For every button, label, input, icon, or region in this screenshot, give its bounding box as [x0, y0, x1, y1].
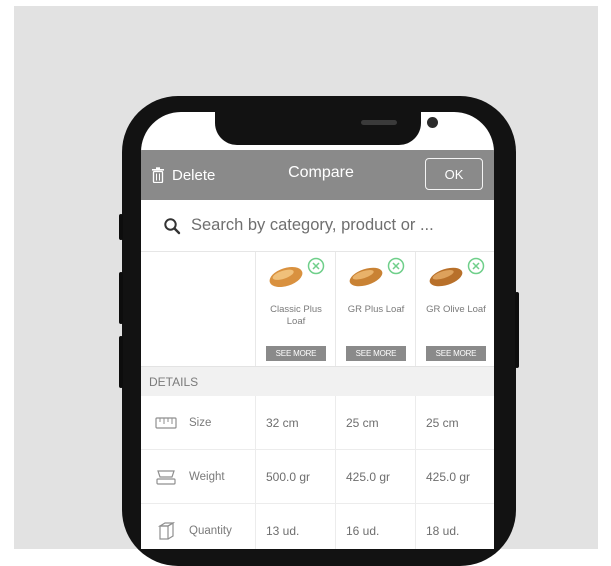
- delete-label: Delete: [172, 166, 216, 184]
- product-columns: Classic Plus Loaf SEE MORE GR Plus Loaf …: [141, 252, 494, 366]
- volume-up-button: [119, 272, 123, 324]
- camera: [427, 117, 438, 128]
- remove-product-icon[interactable]: [307, 257, 325, 275]
- product-name: GR Plus Loaf: [347, 304, 405, 315]
- product-name: Classic Plus Loaf: [270, 304, 322, 327]
- mute-switch: [119, 214, 123, 240]
- volume-down-button: [119, 336, 123, 388]
- row-label: Size: [141, 396, 255, 450]
- product-column: GR Olive Loaf SEE MORE: [415, 252, 494, 366]
- table-cell: 16 ud.: [335, 504, 415, 549]
- remove-product-icon[interactable]: [387, 257, 405, 275]
- bread-loaf-image: [269, 266, 303, 288]
- product-column: GR Plus Loaf SEE MORE: [335, 252, 415, 366]
- trash-icon: [152, 167, 164, 183]
- table-row: Size 32 cm 25 cm 25 cm: [141, 396, 494, 450]
- delete-button[interactable]: Delete: [151, 164, 215, 186]
- table-cell: 32 cm: [255, 396, 335, 450]
- table-cell: 13 ud.: [255, 504, 335, 549]
- table-cell: 18 ud.: [415, 504, 494, 549]
- table-cell: 425.0 gr: [415, 450, 494, 504]
- row-label-text: Quantity: [189, 525, 232, 537]
- scale-icon: [156, 470, 176, 485]
- product-column: Classic Plus Loaf SEE MORE: [255, 252, 335, 366]
- bread-loaf-image: [429, 267, 463, 287]
- product-name: GR Olive Loaf: [426, 304, 486, 315]
- power-button: [515, 292, 519, 368]
- box-icon: [157, 522, 176, 540]
- phone-screen: Delete Compare OK Classic Plus Loaf SEE …: [141, 112, 494, 549]
- bread-loaf-image: [349, 267, 383, 287]
- notch: [215, 112, 438, 145]
- ruler-icon: [155, 417, 177, 429]
- ok-button[interactable]: OK: [425, 158, 483, 190]
- search-input[interactable]: [191, 212, 486, 238]
- top-bar: Delete Compare OK: [141, 150, 494, 200]
- row-label-text: Weight: [189, 471, 225, 483]
- row-label: Quantity: [141, 504, 255, 549]
- table-cell: 425.0 gr: [335, 450, 415, 504]
- row-label: Weight: [141, 450, 255, 504]
- see-more-button[interactable]: SEE MORE: [346, 346, 406, 361]
- table-row: Weight 500.0 gr 425.0 gr 425.0 gr: [141, 450, 494, 504]
- details-section-header: DETAILS: [141, 366, 494, 396]
- table-cell: 500.0 gr: [255, 450, 335, 504]
- page-title: Compare: [288, 164, 354, 181]
- remove-product-icon[interactable]: [467, 257, 485, 275]
- table-cell: 25 cm: [335, 396, 415, 450]
- see-more-button[interactable]: SEE MORE: [426, 346, 486, 361]
- see-more-button[interactable]: SEE MORE: [266, 346, 326, 361]
- speaker: [361, 120, 397, 125]
- table-cell: 25 cm: [415, 396, 494, 450]
- table-row: Quantity 13 ud. 16 ud. 18 ud.: [141, 504, 494, 549]
- search-bar: [141, 200, 494, 252]
- search-icon: [164, 218, 181, 235]
- row-label-text: Size: [189, 417, 212, 429]
